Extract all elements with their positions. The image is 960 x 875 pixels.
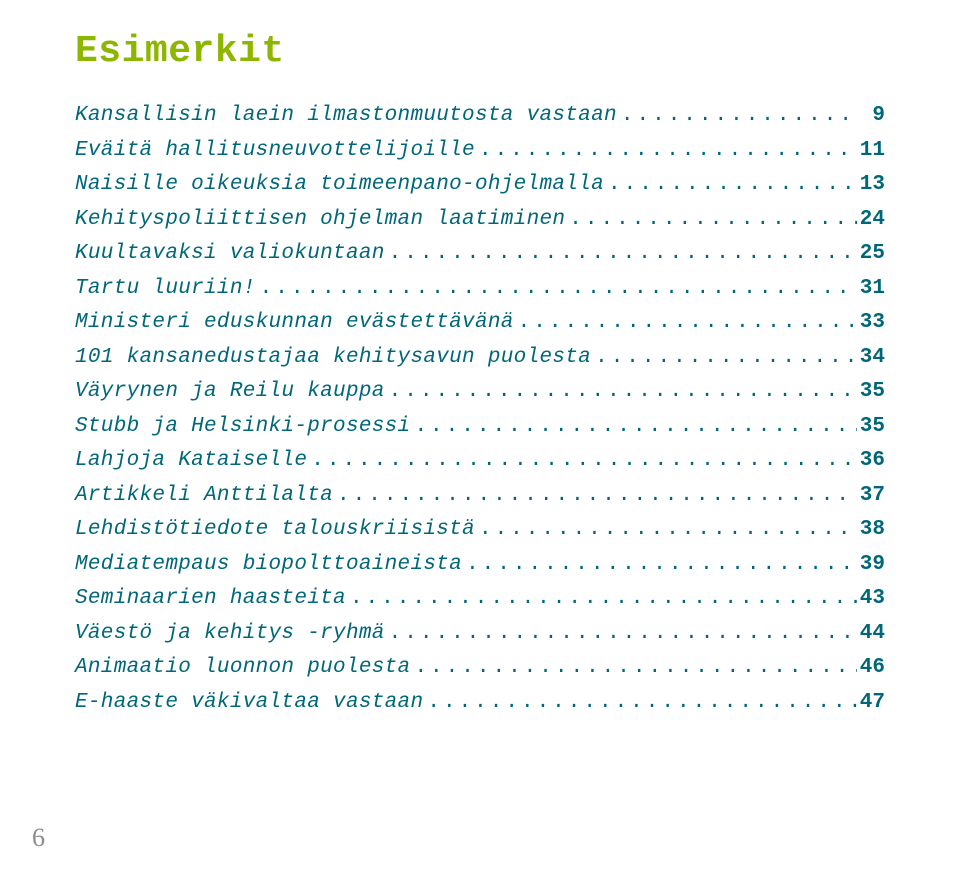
toc-row: E-haaste väkivaltaa vastaan 47: [75, 692, 885, 713]
toc-page-number: 39: [857, 554, 885, 575]
toc-leader-dots: [617, 105, 857, 126]
toc-row: 101 kansanedustajaa kehitysavun puolesta…: [75, 347, 885, 368]
toc-leader-dots: [475, 519, 857, 540]
toc-page-number: 35: [857, 416, 885, 437]
toc-leader-dots: [385, 381, 857, 402]
toc-label: Kansallisin laein ilmastonmuutosta vasta…: [75, 105, 617, 126]
toc-page-number: 13: [857, 174, 885, 195]
toc-page-number: 11: [857, 140, 885, 161]
toc-row: Artikkeli Anttilalta 37: [75, 485, 885, 506]
toc-page-number: 36: [857, 450, 885, 471]
toc-leader-dots: [565, 209, 857, 230]
page-title: Esimerkit: [75, 30, 885, 73]
toc-page-number: 34: [857, 347, 885, 368]
toc-label: Mediatempaus biopolttoaineista: [75, 554, 462, 575]
toc-page-number: 35: [857, 381, 885, 402]
toc-row: Väyrynen ja Reilu kauppa 35: [75, 381, 885, 402]
toc-page-number: 43: [857, 588, 885, 609]
toc-leader-dots: [256, 278, 857, 299]
toc-label: Eväitä hallitusneuvottelijoille: [75, 140, 475, 161]
toc-page-number: 31: [857, 278, 885, 299]
toc-row: Kuultavaksi valiokuntaan 25: [75, 243, 885, 264]
toc-page-number: 38: [857, 519, 885, 540]
toc-leader-dots: [385, 623, 857, 644]
toc-row: Kehityspoliittisen ohjelman laatiminen 24: [75, 209, 885, 230]
toc-leader-dots: [462, 554, 857, 575]
toc-leader-dots: [410, 416, 857, 437]
toc-row: Animaatio luonnon puolesta 46: [75, 657, 885, 678]
toc-leader-dots: [514, 312, 857, 333]
toc-label: Ministeri eduskunnan evästettävänä: [75, 312, 514, 333]
toc-row: Naisille oikeuksia toimeenpano-ohjelmall…: [75, 174, 885, 195]
table-of-contents: Kansallisin laein ilmastonmuutosta vasta…: [75, 105, 885, 713]
toc-leader-dots: [307, 450, 857, 471]
toc-page-number: 44: [857, 623, 885, 644]
toc-page-number: 24: [857, 209, 885, 230]
toc-page-number: 25: [857, 243, 885, 264]
toc-label: Stubb ja Helsinki-prosessi: [75, 416, 410, 437]
toc-label: Kuultavaksi valiokuntaan: [75, 243, 385, 264]
toc-page-number: 33: [857, 312, 885, 333]
toc-row: Mediatempaus biopolttoaineista 39: [75, 554, 885, 575]
toc-label: Väyrynen ja Reilu kauppa: [75, 381, 385, 402]
toc-row: Kansallisin laein ilmastonmuutosta vasta…: [75, 105, 885, 126]
toc-page-number: 47: [857, 692, 885, 713]
toc-row: Lahjoja Kataiselle 36: [75, 450, 885, 471]
toc-row: Lehdistötiedote talouskriisistä 38: [75, 519, 885, 540]
toc-label: Naisille oikeuksia toimeenpano-ohjelmall…: [75, 174, 604, 195]
toc-leader-dots: [385, 243, 857, 264]
toc-row: Tartu luuriin! 31: [75, 278, 885, 299]
toc-row: Väestö ja kehitys -ryhmä 44: [75, 623, 885, 644]
toc-row: Ministeri eduskunnan evästettävänä 33: [75, 312, 885, 333]
toc-page-number: 37: [857, 485, 885, 506]
toc-label: Kehityspoliittisen ohjelman laatiminen: [75, 209, 565, 230]
toc-page-number: 46: [857, 657, 885, 678]
toc-label: Animaatio luonnon puolesta: [75, 657, 410, 678]
toc-row: Seminaarien haasteita 43: [75, 588, 885, 609]
page-number: 6: [32, 823, 45, 853]
toc-row: Eväitä hallitusneuvottelijoille 11: [75, 140, 885, 161]
toc-label: Tartu luuriin!: [75, 278, 256, 299]
toc-leader-dots: [346, 588, 857, 609]
toc-label: Seminaarien haasteita: [75, 588, 346, 609]
toc-label: 101 kansanedustajaa kehitysavun puolesta: [75, 347, 591, 368]
toc-label: Artikkeli Anttilalta: [75, 485, 333, 506]
toc-leader-dots: [475, 140, 857, 161]
toc-row: Stubb ja Helsinki-prosessi 35: [75, 416, 885, 437]
toc-leader-dots: [410, 657, 857, 678]
toc-label: Lehdistötiedote talouskriisistä: [75, 519, 475, 540]
toc-leader-dots: [333, 485, 857, 506]
toc-leader-dots: [604, 174, 857, 195]
toc-leader-dots: [591, 347, 857, 368]
toc-label: Väestö ja kehitys -ryhmä: [75, 623, 385, 644]
toc-page-number: 9: [857, 105, 885, 126]
toc-leader-dots: [423, 692, 857, 713]
toc-label: Lahjoja Kataiselle: [75, 450, 307, 471]
toc-label: E-haaste väkivaltaa vastaan: [75, 692, 423, 713]
